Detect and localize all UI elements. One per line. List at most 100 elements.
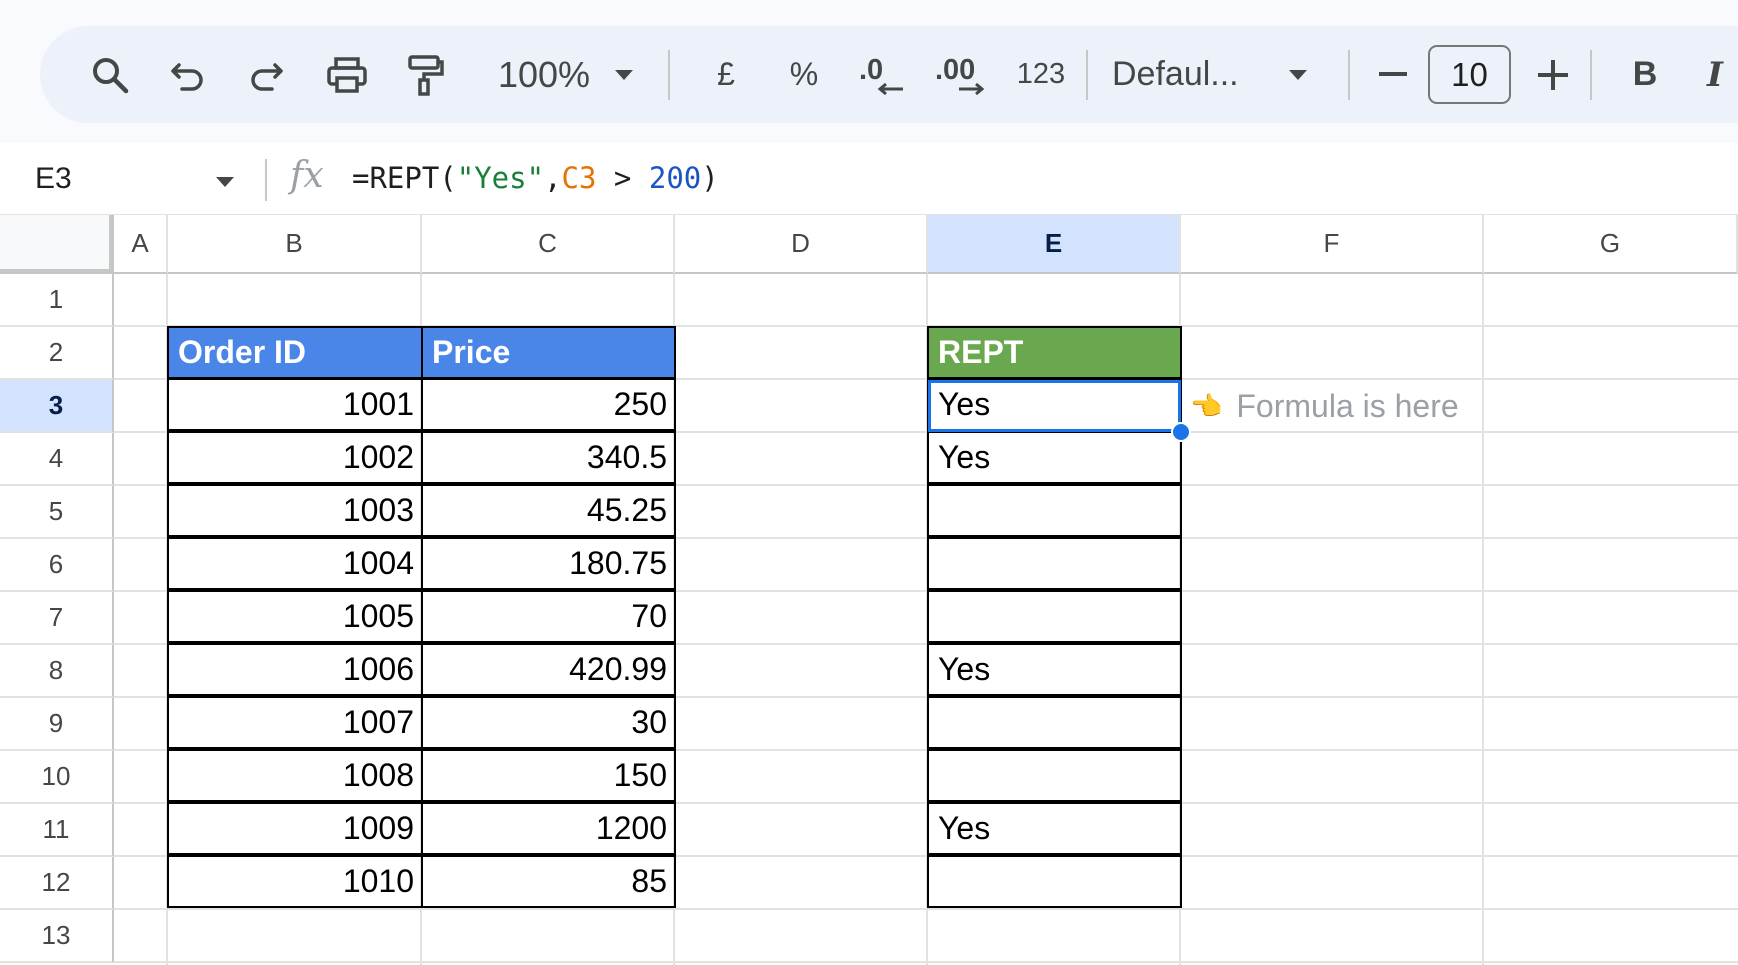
order-id-header[interactable]: Order ID [167, 326, 423, 379]
currency-format-button[interactable]: £ [700, 26, 752, 123]
zoom-select[interactable]: 100% [484, 26, 604, 123]
arrow-left-icon [877, 82, 903, 95]
arrow-right-icon [959, 82, 985, 95]
rept-header[interactable]: REPT [927, 326, 1182, 379]
formula-bar: E3 fx =REPT("Yes",C3 > 200) [0, 143, 1738, 215]
price-cell[interactable]: 340.5 [421, 431, 676, 484]
bold-button[interactable]: B [1620, 26, 1670, 123]
column-header-g[interactable]: G [1484, 215, 1738, 274]
search-icon[interactable] [82, 26, 138, 123]
formula-part: , [544, 161, 562, 195]
formula-string: "Yes" [456, 161, 545, 195]
row-header-9[interactable]: 9 [0, 698, 114, 751]
toolbar-area: 100% £ % .0 .00 123 Defaul... 10 B I [0, 0, 1738, 143]
price-header[interactable]: Price [421, 326, 676, 379]
toolbar-divider [1086, 50, 1088, 100]
column-header-e[interactable]: E [928, 215, 1181, 274]
redo-icon[interactable] [238, 26, 294, 123]
row-header-3[interactable]: 3 [0, 380, 114, 433]
rept-cell[interactable] [927, 749, 1182, 802]
order-id-cell[interactable]: 1007 [167, 696, 423, 749]
price-cell[interactable]: 70 [421, 590, 676, 643]
formula-part: =REPT( [352, 161, 457, 195]
price-cell[interactable]: 85 [421, 855, 676, 908]
formula-part: ) [701, 161, 719, 195]
formula-cell-ref: C3 [561, 161, 597, 195]
price-cell[interactable]: 420.99 [421, 643, 676, 696]
chevron-down-icon[interactable] [604, 26, 644, 123]
formula-input[interactable]: =REPT("Yes",C3 > 200) [352, 161, 719, 195]
row-header-11[interactable]: 11 [0, 804, 114, 857]
order-id-cell[interactable]: 1005 [167, 590, 423, 643]
row-header-4[interactable]: 4 [0, 433, 114, 486]
percent-format-button[interactable]: % [776, 26, 832, 123]
price-cell[interactable]: 45.25 [421, 484, 676, 537]
column-header-a[interactable]: A [114, 215, 168, 274]
row-header-5[interactable]: 5 [0, 486, 114, 539]
font-family-select[interactable]: Defaul... [1112, 26, 1262, 123]
select-all-corner[interactable] [0, 215, 114, 274]
column-header-d[interactable]: D [675, 215, 928, 274]
rept-cell[interactable] [927, 590, 1182, 643]
row-header-8[interactable]: 8 [0, 645, 114, 698]
rept-cell[interactable]: Yes [927, 378, 1182, 431]
name-box[interactable]: E3 [35, 162, 72, 196]
rept-cell[interactable]: Yes [927, 431, 1182, 484]
toolbar: 100% £ % .0 .00 123 Defaul... 10 B I [40, 26, 1738, 123]
annotation-text: Formula is here [1236, 388, 1459, 424]
price-cell[interactable]: 250 [421, 378, 676, 431]
sheet-grid[interactable]: A B C D E F G 1 2 3 4 5 6 7 8 9 10 11 12… [0, 215, 1738, 965]
order-id-cell[interactable]: 1009 [167, 802, 423, 855]
rept-cell[interactable] [927, 484, 1182, 537]
row-header-1[interactable]: 1 [0, 274, 114, 327]
row-header-13[interactable]: 13 [0, 910, 114, 963]
price-cell[interactable]: 180.75 [421, 537, 676, 590]
formula-number: 200 [648, 161, 702, 195]
fill-handle[interactable] [1171, 422, 1191, 442]
increase-font-size-button[interactable] [1528, 26, 1578, 123]
rept-cell[interactable] [927, 696, 1182, 749]
fx-icon: fx [290, 155, 324, 196]
decrease-decimal-button[interactable]: .0 [850, 26, 914, 123]
toolbar-divider [1590, 50, 1592, 100]
order-id-cell[interactable]: 1010 [167, 855, 423, 908]
rept-cell[interactable]: Yes [927, 643, 1182, 696]
rept-cell[interactable] [927, 537, 1182, 590]
row-header-2[interactable]: 2 [0, 327, 114, 380]
chevron-down-icon[interactable] [215, 176, 235, 188]
price-cell[interactable]: 1200 [421, 802, 676, 855]
italic-button[interactable]: I [1690, 26, 1738, 123]
price-cell[interactable]: 150 [421, 749, 676, 802]
decrease-font-size-button[interactable] [1368, 26, 1418, 123]
price-cell[interactable]: 30 [421, 696, 676, 749]
order-id-cell[interactable]: 1004 [167, 537, 423, 590]
undo-icon[interactable] [160, 26, 216, 123]
gridline [1482, 274, 1484, 965]
more-formats-button[interactable]: 123 [1006, 26, 1076, 123]
row-header-12[interactable]: 12 [0, 857, 114, 910]
minus-icon [1379, 71, 1407, 76]
column-header-f[interactable]: F [1181, 215, 1484, 274]
plus-icon [1538, 59, 1568, 90]
order-id-cell[interactable]: 1008 [167, 749, 423, 802]
rept-cell[interactable]: Yes [927, 802, 1182, 855]
row-header-6[interactable]: 6 [0, 539, 114, 592]
order-id-cell[interactable]: 1003 [167, 484, 423, 537]
row-header-7[interactable]: 7 [0, 592, 114, 645]
column-header-b[interactable]: B [168, 215, 422, 274]
paint-format-icon[interactable] [396, 26, 454, 123]
column-header-c[interactable]: C [422, 215, 675, 274]
chevron-down-icon[interactable] [1278, 26, 1318, 123]
row-header-10[interactable]: 10 [0, 751, 114, 804]
font-size-input[interactable]: 10 [1428, 45, 1511, 104]
print-icon[interactable] [318, 26, 376, 123]
increase-decimal-button[interactable]: .00 [928, 26, 998, 123]
order-id-cell[interactable]: 1002 [167, 431, 423, 484]
formula-bar-divider [265, 159, 267, 201]
toolbar-divider [1348, 50, 1350, 100]
rept-cell[interactable] [927, 855, 1182, 908]
order-id-cell[interactable]: 1001 [167, 378, 423, 431]
order-id-cell[interactable]: 1006 [167, 643, 423, 696]
pointing-hand-icon: 👈 [1190, 391, 1223, 421]
formula-part: > [596, 161, 649, 195]
